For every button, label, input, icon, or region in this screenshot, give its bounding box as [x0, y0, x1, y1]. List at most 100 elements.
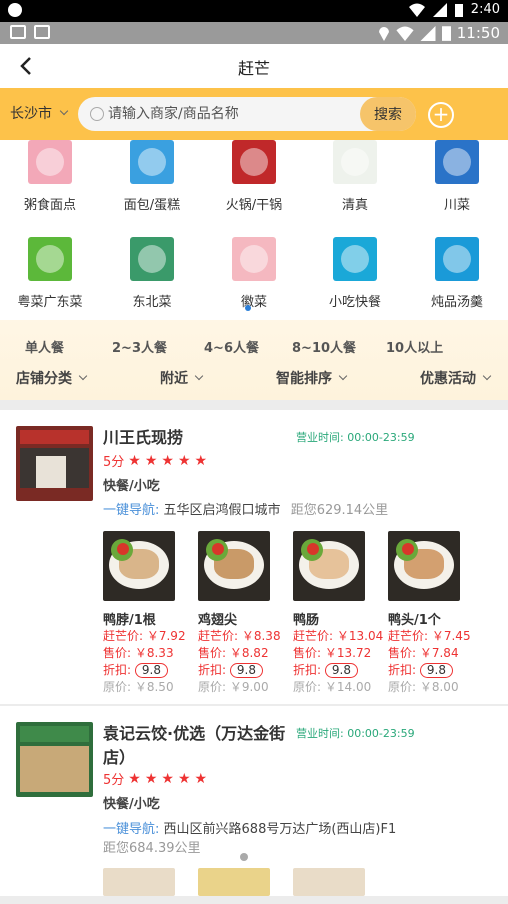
- scroll-indicator: [240, 853, 248, 861]
- gm-price: 赶芒价: ￥7.92: [103, 629, 186, 643]
- sort-nearby[interactable]: 附近: [160, 368, 204, 388]
- product-image: [103, 868, 175, 896]
- wifi-icon: [408, 3, 425, 17]
- category-item[interactable]: 东北菜: [102, 237, 202, 310]
- category-label: 川菜: [443, 198, 470, 213]
- shop-rating: 5分 ★ ★ ★ ★ ★: [103, 769, 208, 789]
- shop-name-continued: 店）: [103, 748, 136, 767]
- app-notification-icon: [8, 3, 22, 17]
- category-image: [130, 237, 174, 281]
- search-box: 搜索: [78, 97, 416, 131]
- star-icon: ★: [161, 770, 174, 787]
- search-button[interactable]: 搜索: [360, 97, 416, 131]
- sale-price: 售价: ￥7.84: [388, 646, 459, 660]
- shop-card[interactable]: 川王氏现捞 营业时间: 00:00-23:59 5分 ★ ★ ★ ★ ★ 快餐/…: [0, 410, 508, 704]
- sort-promotions[interactable]: 优惠活动: [420, 368, 492, 388]
- star-icon: ★: [177, 770, 191, 787]
- star-icon: ★: [194, 770, 208, 787]
- people-filter[interactable]: 8~10人餐: [292, 337, 356, 356]
- discount-line: 折扣: 9.8: [103, 662, 185, 679]
- discount-line: 折扣: 9.8: [293, 662, 375, 679]
- navigation-line: 一键导航: 五华区启鸿假口城市 距您629.14公里: [103, 499, 388, 518]
- category-item[interactable]: 粥食面点: [0, 140, 100, 213]
- image-icon: [10, 25, 26, 39]
- signal-icon: [432, 2, 447, 17]
- people-filter[interactable]: 单人餐: [25, 337, 64, 356]
- gm-price: 赶芒价: ￥8.38: [198, 629, 281, 643]
- product-card[interactable]: 鸭头/1个 赶芒价: ￥7.45 售价: ￥7.84 折扣: 9.8 原价: ￥…: [388, 531, 471, 696]
- category-image: [232, 140, 276, 184]
- category-item[interactable]: 面包/蛋糕: [102, 140, 202, 213]
- category-item[interactable]: 清真: [305, 140, 405, 213]
- sort-label: 附近: [160, 371, 188, 387]
- category-label: 清真: [341, 198, 368, 213]
- search-input[interactable]: [108, 97, 358, 131]
- shop-card[interactable]: 袁记云饺·优选（万达金街 店） 营业时间: 00:00-23:59 5分 ★ ★…: [0, 706, 508, 896]
- shop-type: 快餐/小吃: [103, 479, 160, 494]
- sort-shop-category[interactable]: 店铺分类: [16, 368, 88, 388]
- star-icon: ★: [128, 770, 141, 787]
- original-price: 原价: ￥8.50: [103, 680, 174, 694]
- product-image: [198, 868, 270, 896]
- category-item[interactable]: 火锅/干锅: [204, 140, 304, 213]
- navigate-link[interactable]: 一键导航:: [103, 503, 159, 518]
- chevron-down-icon: [194, 371, 204, 381]
- category-label: 东北菜: [132, 295, 172, 310]
- people-filter[interactable]: 4~6人餐: [204, 337, 259, 356]
- product-card[interactable]: 鸭脖/1根 赶芒价: ￥7.92 售价: ￥8.33 折扣: 9.8 原价: ￥…: [103, 531, 186, 696]
- category-label: 小吃快餐: [328, 295, 381, 310]
- people-filter[interactable]: 10人以上: [386, 337, 443, 356]
- product-card[interactable]: 鸭肠 赶芒价: ￥13.04 售价: ￥13.72 折扣: 9.8 原价: ￥1…: [293, 531, 383, 696]
- battery-icon: [441, 26, 451, 41]
- sale-price: 售价: ￥8.33: [103, 646, 174, 660]
- business-hours: 营业时间: 00:00-23:59: [296, 727, 415, 740]
- pager-dot: [245, 305, 251, 311]
- discount-label: 折扣:: [293, 663, 322, 677]
- discount-label: 折扣:: [103, 663, 132, 677]
- category-item[interactable]: 炖品汤羹: [407, 237, 507, 310]
- navigate-link[interactable]: 一键导航:: [103, 822, 159, 837]
- page-title: 赶芒: [237, 59, 270, 78]
- city-selector[interactable]: 长沙市: [10, 103, 69, 123]
- category-item[interactable]: 粤菜广东菜: [0, 237, 100, 310]
- wifi-icon: [396, 26, 414, 41]
- product-image: [103, 531, 175, 601]
- category-item[interactable]: 川菜: [407, 140, 507, 213]
- people-filter[interactable]: 2~3人餐: [112, 337, 167, 356]
- plus-icon: +: [432, 102, 450, 126]
- status-time: 2:40: [470, 2, 500, 17]
- original-price: 原价: ￥14.00: [293, 680, 372, 694]
- shop-photo: [16, 426, 93, 501]
- category-image: [435, 237, 479, 281]
- category-label: 粥食面点: [23, 198, 76, 213]
- sale-price: 售价: ￥13.72: [293, 646, 372, 660]
- discount-label: 折扣:: [198, 663, 227, 677]
- header: 赶芒: [0, 44, 508, 88]
- sort-smart[interactable]: 智能排序: [276, 368, 348, 388]
- add-button[interactable]: +: [428, 102, 454, 128]
- discount-badge: 9.8: [229, 663, 263, 678]
- sale-price: 售价: ￥8.82: [198, 646, 269, 660]
- category-item[interactable]: 徽菜: [204, 237, 304, 310]
- chevron-down-icon: [338, 371, 348, 381]
- rating-score: 5分: [103, 773, 125, 788]
- shop-name: 袁记云饺·优选（万达金街: [103, 724, 286, 743]
- product-image: [388, 531, 460, 601]
- shop-address: 西山区前兴路688号万达广场(西山店)F1: [163, 822, 397, 837]
- star-icon: ★: [128, 452, 141, 469]
- category-item[interactable]: 小吃快餐: [305, 237, 405, 310]
- sort-label: 店铺分类: [16, 371, 72, 387]
- product-name: 鸭脖/1根: [103, 613, 156, 628]
- discount-badge: 9.8: [324, 663, 358, 678]
- product-card[interactable]: 鸡翅尖 赶芒价: ￥8.38 售价: ￥8.82 折扣: 9.8 原价: ￥9.…: [198, 531, 281, 696]
- category-label: 火锅/干锅: [225, 198, 283, 213]
- status-bar: 2:40: [0, 0, 508, 22]
- rating-score: 5分: [103, 455, 125, 470]
- category-image: [333, 140, 377, 184]
- product-name: 鸭肠: [293, 613, 320, 628]
- sort-label: 智能排序: [276, 371, 332, 387]
- category-label: 粤菜广东菜: [17, 295, 83, 310]
- shop-name: 川王氏现捞: [103, 428, 184, 447]
- gm-price: 赶芒价: ￥7.45: [388, 629, 471, 643]
- discount-line: 折扣: 9.8: [388, 662, 470, 679]
